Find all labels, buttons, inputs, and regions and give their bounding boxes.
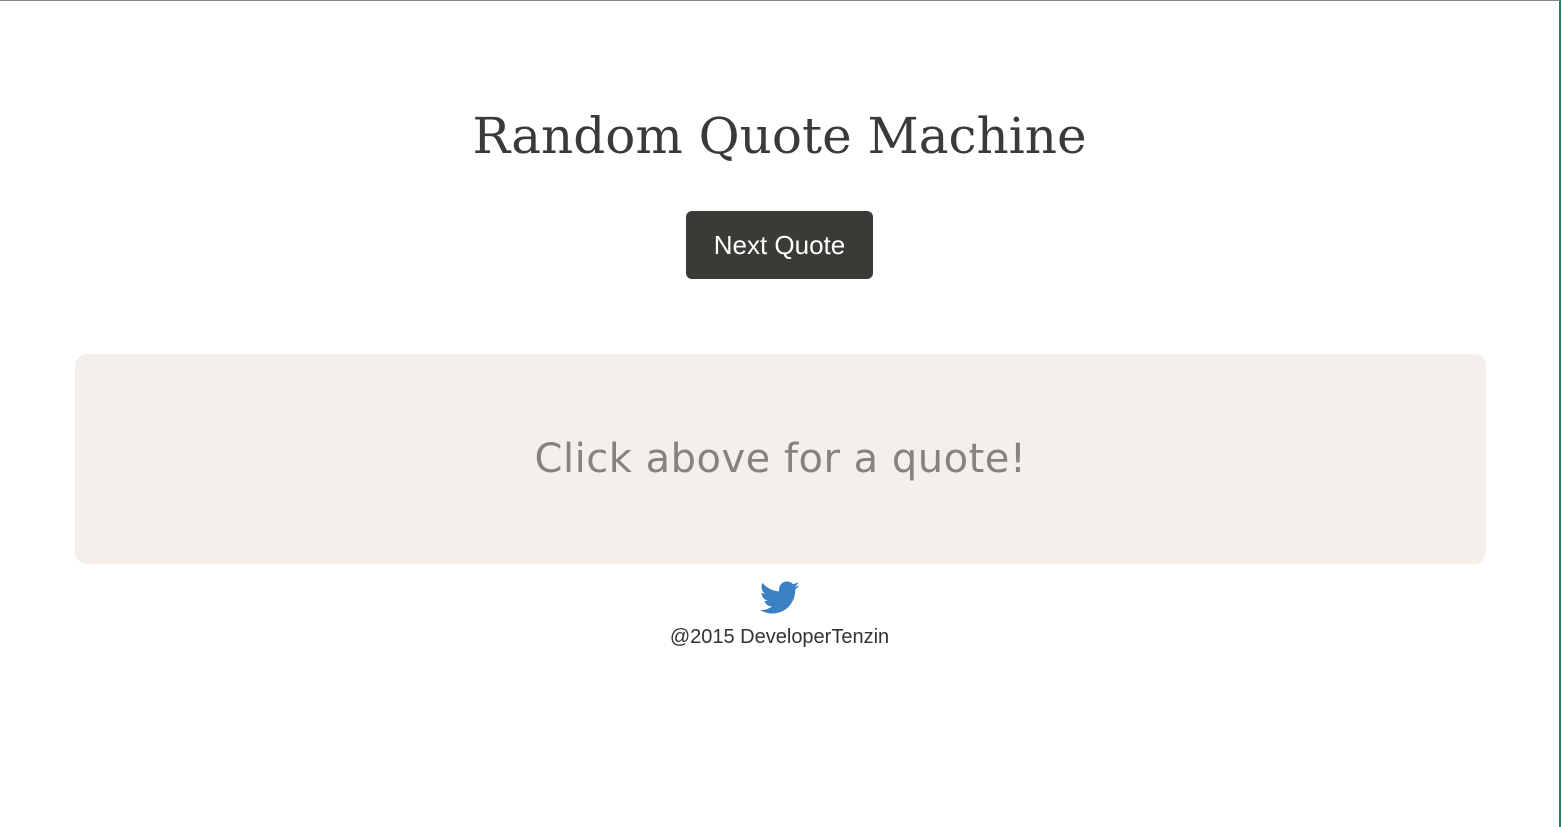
footer-credit: @2015 DeveloperTenzin (669, 626, 890, 648)
page-title: Random Quote Machine (472, 107, 1087, 165)
next-quote-button[interactable]: Next Quote (686, 211, 873, 279)
tweet-quote-link[interactable] (760, 581, 800, 615)
quote-text: Click above for a quote! (534, 436, 1027, 482)
quote-box: Click above for a quote! (75, 354, 1486, 564)
twitter-icon (760, 581, 800, 614)
